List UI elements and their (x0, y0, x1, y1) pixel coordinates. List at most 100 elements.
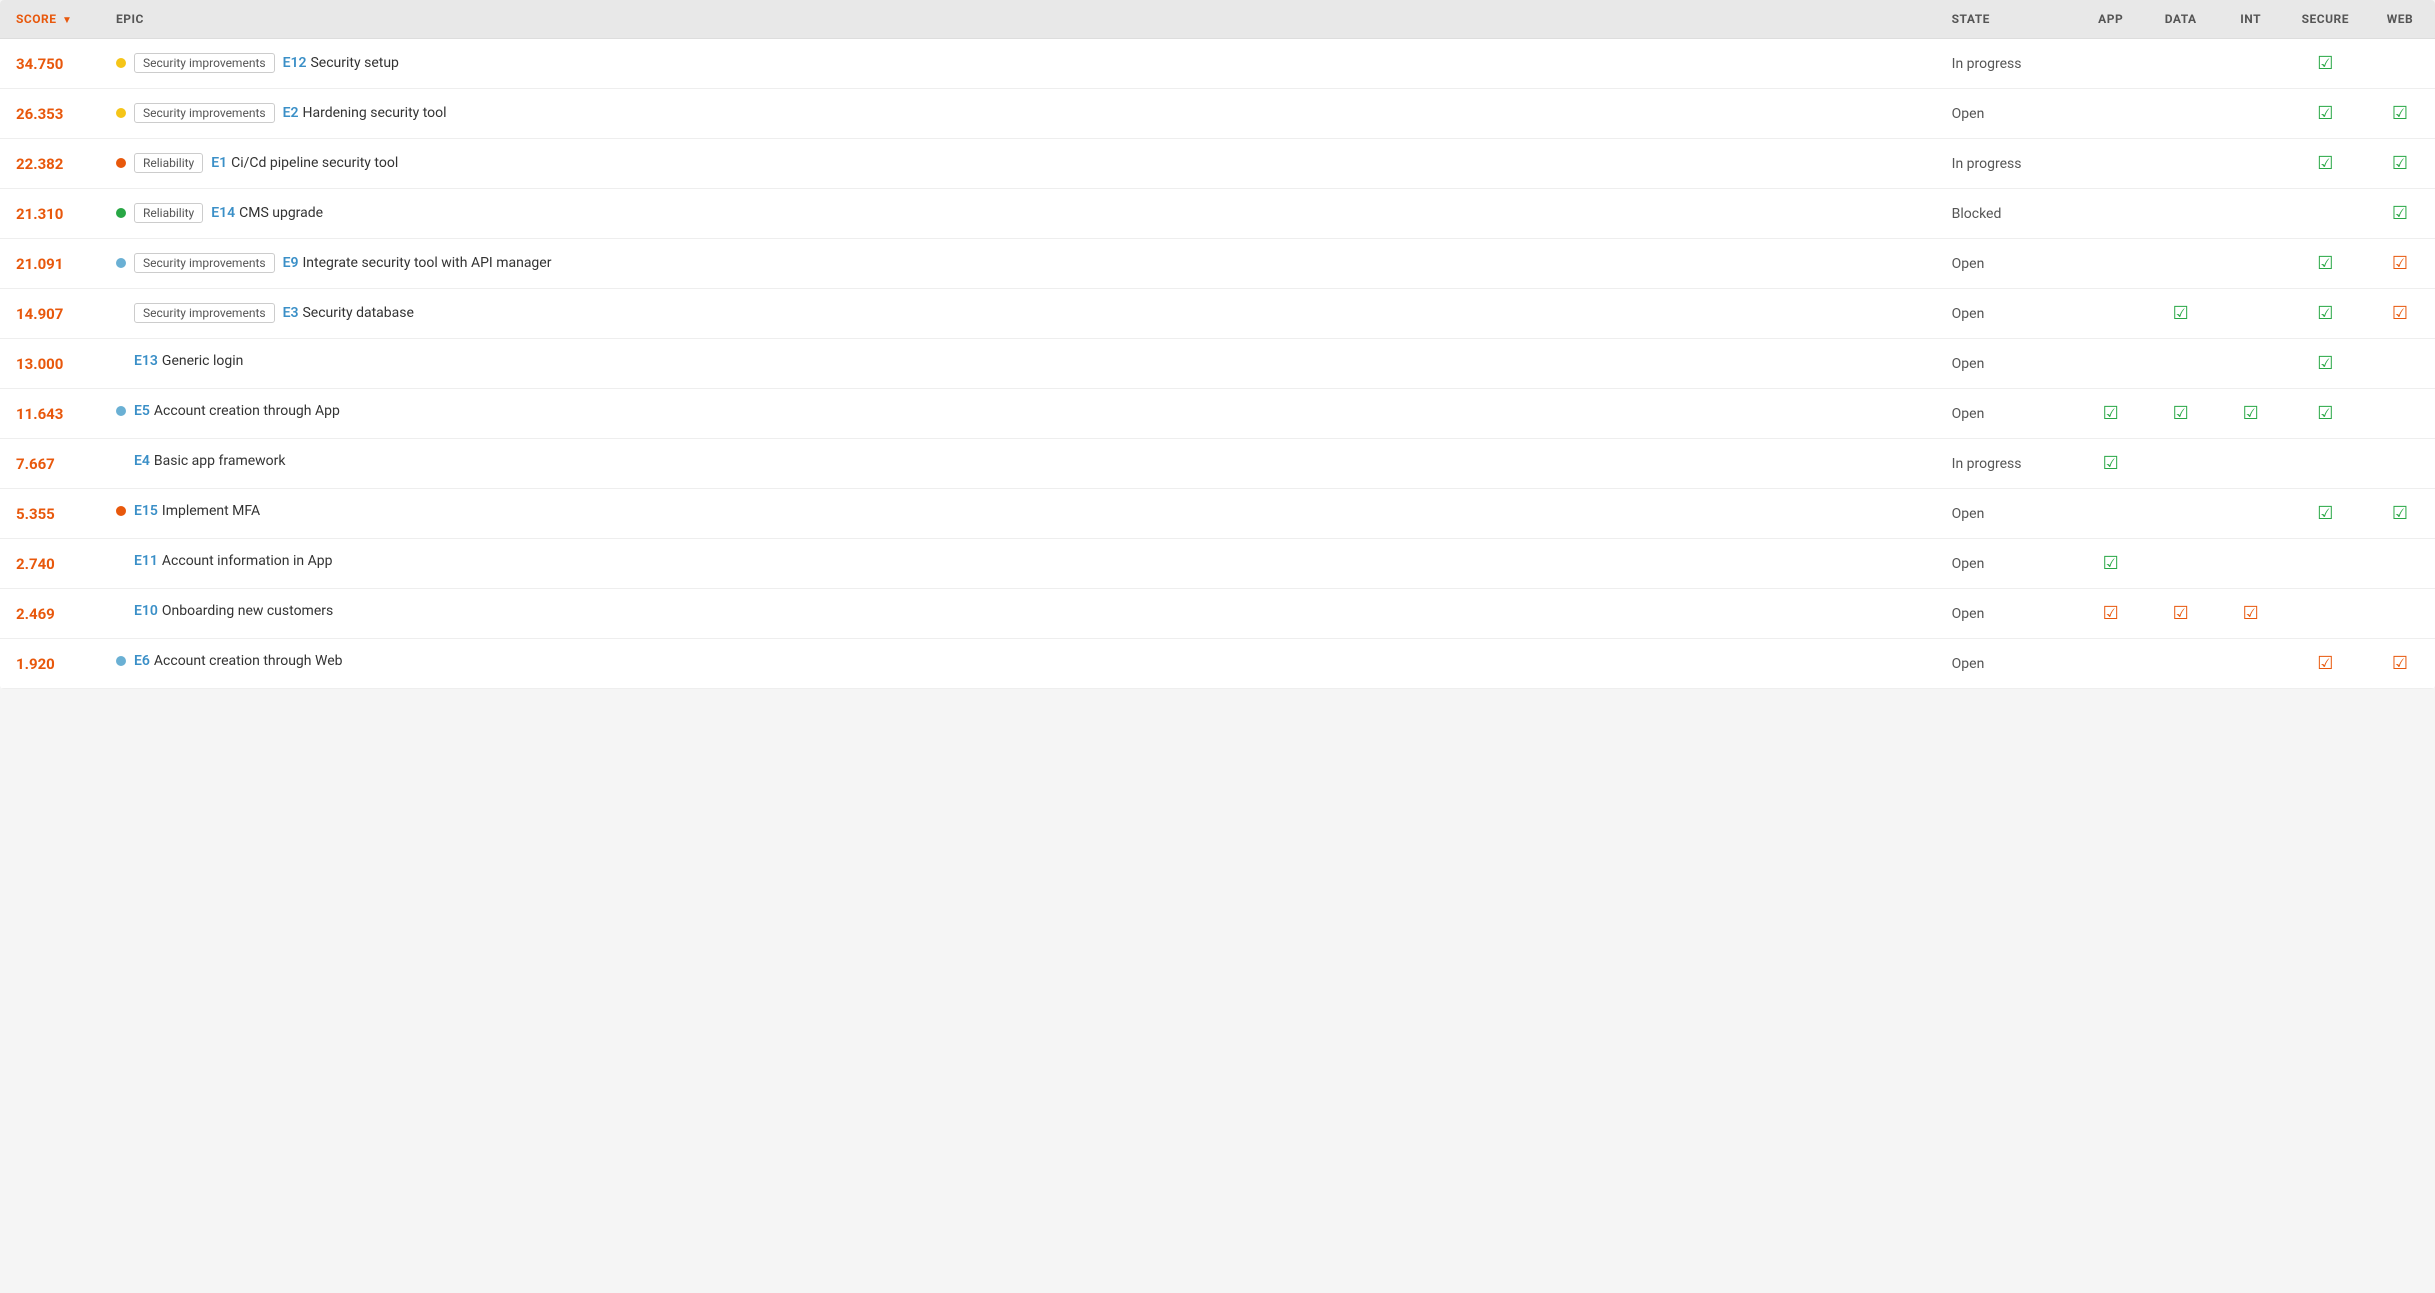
epic-title: Account creation through Web (154, 653, 343, 669)
cell-state: Open (1936, 389, 2076, 439)
cell-app: ☑ (2076, 539, 2146, 589)
cell-int (2216, 139, 2286, 189)
cell-state: In progress (1936, 39, 2076, 89)
epic-id[interactable]: E5 (134, 403, 150, 419)
cell-epic: E4 Basic app framework (100, 439, 1936, 483)
epic-id[interactable]: E2 (283, 105, 299, 121)
cell-web: ☑ (2365, 139, 2435, 189)
cell-epic: E15 Implement MFA (100, 489, 1936, 533)
epic-id[interactable]: E1 (211, 155, 227, 171)
cell-epic: ReliabilityE1 Ci/Cd pipeline security to… (100, 139, 1936, 187)
cell-score: 2.469 (0, 589, 100, 639)
cell-state: Open (1936, 489, 2076, 539)
header-score[interactable]: SCORE ▼ (0, 0, 100, 39)
table-row[interactable]: 5.355E15 Implement MFAOpen☑☑ (0, 489, 2435, 539)
epic-title: Onboarding new customers (162, 603, 333, 619)
epic-id[interactable]: E14 (211, 205, 235, 221)
cell-epic: Reliability E14 CMS upgrade (100, 189, 1936, 237)
epic-id[interactable]: E11 (134, 553, 158, 569)
epic-tag: Reliability (134, 153, 203, 173)
table-row[interactable]: 2.740E11 Account information in AppOpen☑ (0, 539, 2435, 589)
cell-score: 21.091 (0, 239, 100, 289)
table-row[interactable]: 21.310ReliabilityE14 CMS upgradeBlocked☑ (0, 189, 2435, 239)
cell-epic: Security improvementsE3 Security databas… (100, 289, 1936, 337)
epic-tag: Reliability (134, 203, 203, 223)
cell-score: 34.750 (0, 39, 100, 89)
header-app: APP (2076, 0, 2146, 39)
epic-id[interactable]: E4 (134, 453, 150, 469)
table-row[interactable]: 1.920E6 Account creation through WebOpen… (0, 639, 2435, 689)
status-dot (116, 656, 126, 666)
cell-int (2216, 639, 2286, 689)
epic-tag: Security improvements (134, 253, 275, 273)
cell-score: 1.920 (0, 639, 100, 689)
cell-score: 14.907 (0, 289, 100, 339)
cell-state: Open (1936, 289, 2076, 339)
epic-id[interactable]: E3 (283, 305, 299, 321)
cell-epic: Security improvementsE2 Hardening securi… (100, 89, 1936, 137)
header-int: INT (2216, 0, 2286, 39)
epic-title: Integrate security tool with API manager (302, 255, 551, 271)
epic-id[interactable]: E12 (283, 55, 307, 71)
epic-id[interactable]: E13 (134, 353, 158, 369)
cell-secure (2286, 539, 2365, 589)
cell-secure (2286, 439, 2365, 489)
header-data: DATA (2146, 0, 2216, 39)
cell-int (2216, 239, 2286, 289)
cell-data (2146, 189, 2216, 239)
cell-app (2076, 489, 2146, 539)
epic-tag: Security improvements (134, 53, 275, 73)
epic-title: Security setup (310, 55, 398, 71)
cell-web: ☑ (2365, 189, 2435, 239)
header-secure: SECURE (2286, 0, 2365, 39)
cell-web: ☑ (2365, 489, 2435, 539)
cell-epic: E5 Account creation through App (100, 389, 1936, 433)
cell-data: ☑ (2146, 389, 2216, 439)
cell-app (2076, 289, 2146, 339)
epic-title: Account information in App (162, 553, 333, 569)
cell-int (2216, 39, 2286, 89)
table-row[interactable]: 21.091 Security improvements E9 Integrate … (0, 239, 2435, 289)
cell-web: ☑ (2365, 289, 2435, 339)
table-row[interactable]: 13.000E13 Generic loginOpen☑ (0, 339, 2435, 389)
sort-icon: ▼ (62, 15, 72, 26)
cell-app (2076, 89, 2146, 139)
cell-state: Open (1936, 89, 2076, 139)
cell-secure: ☑ (2286, 289, 2365, 339)
epic-title: Implement MFA (162, 503, 260, 519)
table-row[interactable]: 34.750 Security improvements E12 Security … (0, 39, 2435, 89)
cell-score: 21.310 (0, 189, 100, 239)
cell-secure: ☑ (2286, 89, 2365, 139)
table-row[interactable]: 22.382ReliabilityE1 Ci/Cd pipeline secur… (0, 139, 2435, 189)
cell-int (2216, 439, 2286, 489)
epic-title: CMS upgrade (239, 205, 323, 221)
cell-app (2076, 639, 2146, 689)
cell-web: ☑ (2365, 239, 2435, 289)
cell-secure: ☑ (2286, 489, 2365, 539)
table-row[interactable]: 26.353Security improvementsE2 Hardening … (0, 89, 2435, 139)
cell-int (2216, 89, 2286, 139)
table-row[interactable]: 2.469E10 Onboarding new customersOpen☑☑☑ (0, 589, 2435, 639)
status-dot (116, 58, 126, 68)
cell-app (2076, 39, 2146, 89)
cell-data (2146, 339, 2216, 389)
cell-data (2146, 539, 2216, 589)
table-row[interactable]: 7.667E4 Basic app frameworkIn progress☑ (0, 439, 2435, 489)
cell-secure (2286, 589, 2365, 639)
cell-int (2216, 189, 2286, 239)
cell-web: ☑ (2365, 639, 2435, 689)
table-row[interactable]: 11.643E5 Account creation through AppOpe… (0, 389, 2435, 439)
cell-secure: ☑ (2286, 639, 2365, 689)
table-row[interactable]: 14.907Security improvementsE3 Security d… (0, 289, 2435, 339)
cell-epic: E6 Account creation through Web (100, 639, 1936, 683)
epic-id[interactable]: E10 (134, 603, 158, 619)
cell-epic: E11 Account information in App (100, 539, 1936, 583)
cell-data: ☑ (2146, 589, 2216, 639)
epic-id[interactable]: E9 (283, 255, 299, 271)
epic-id[interactable]: E15 (134, 503, 158, 519)
cell-score: 2.740 (0, 539, 100, 589)
epic-id[interactable]: E6 (134, 653, 150, 669)
cell-state: In progress (1936, 139, 2076, 189)
cell-score: 13.000 (0, 339, 100, 389)
cell-web (2365, 389, 2435, 439)
